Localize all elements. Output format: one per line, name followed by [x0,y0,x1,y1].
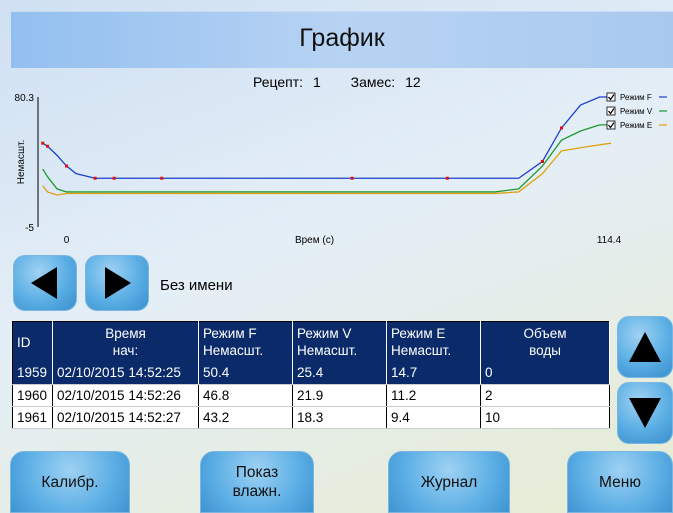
record-name: Без имени [160,277,233,294]
series-line-2 [42,142,612,196]
col-mode-v[interactable]: Режим V Немасшт. [292,321,387,362]
show-moisture-label: Показ влажн. [232,464,282,500]
cell-time: 02/10/2015 14:52:27 [52,406,199,429]
x-tick-label-max: 114.4 [597,235,622,246]
table-header-row: ID Время нач: Режим F Немасшт. Режим V Н… [12,321,610,362]
col-id[interactable]: ID [12,321,53,362]
arrow-right-icon [105,267,131,299]
x-axis-label: Врем (с) [295,235,334,246]
cell-water: 0 [480,362,610,385]
page-title: График [299,24,385,52]
calibrate-button[interactable]: Калибр. [10,451,130,513]
series-line-1 [42,124,611,193]
series-point [46,144,50,148]
x-tick-label-min: 0 [64,235,70,246]
cell-e: 9.4 [386,406,481,429]
y-tick-label-max: 80.3 [15,93,35,104]
series-point [65,164,69,168]
next-button[interactable] [85,255,149,311]
cell-e: 11.2 [386,384,481,407]
cell-v: 18.3 [292,406,387,429]
cell-f: 50.4 [198,362,293,385]
y-axis-label: Немасшт. [16,140,27,185]
menu-button[interactable]: Меню [567,451,673,513]
series-point [41,141,45,145]
col-start-time[interactable]: Время нач: [52,321,199,362]
series-point [445,176,449,180]
series-point [540,159,544,163]
col-mode-f[interactable]: Режим F Немасшт. [198,321,293,362]
table-row[interactable]: 1961 02/10/2015 14:52:27 43.2 18.3 9.4 1… [12,406,610,429]
data-table[interactable]: ID Время нач: Режим F Немасшт. Режим V Н… [12,321,610,429]
cell-id: 1959 [12,362,53,385]
legend-label-0: Режим F [620,93,652,102]
series-point [560,126,564,130]
calibrate-label: Калибр. [41,473,99,491]
cell-water: 2 [480,384,610,407]
col-mode-e[interactable]: Режим E Немасшт. [386,321,481,362]
cell-id: 1960 [12,384,53,407]
journal-button[interactable]: Журнал [388,451,510,513]
y-tick-label-min: -5 [25,223,34,234]
cell-time: 02/10/2015 14:52:25 [52,362,199,385]
menu-label: Меню [599,473,641,491]
cell-e: 14.7 [386,362,481,385]
series-point [350,176,354,180]
legend-label-2: Режим E [620,121,652,130]
journal-label: Журнал [420,473,478,491]
arrow-left-icon [31,267,57,299]
prev-button[interactable] [13,255,77,311]
arrow-down-icon [629,398,661,428]
scroll-down-button[interactable] [617,382,673,444]
cell-time: 02/10/2015 14:52:26 [52,384,199,407]
cell-v: 25.4 [292,362,387,385]
show-moisture-button[interactable]: Показ влажн. [200,451,314,513]
legend-label-1: Режим V [620,107,653,116]
series-line-0 [42,96,611,179]
chart: 80.3 -5 0 114.4 Врем (с) Немасшт. Режим F Режим… [15,92,667,246]
cell-f: 43.2 [198,406,293,429]
arrow-up-icon [629,332,661,362]
cell-id: 1961 [12,406,53,429]
table-row[interactable]: 1960 02/10/2015 14:52:26 46.8 21.9 11.2 … [12,384,610,407]
series-point [93,176,97,180]
scroll-up-button[interactable] [617,316,673,378]
title-bar: График [11,11,673,68]
cell-f: 46.8 [198,384,293,407]
cell-water: 10 [480,406,610,429]
col-water[interactable]: Объем воды [480,321,610,362]
series-point [112,176,116,180]
cell-v: 21.9 [292,384,387,407]
series-point [160,176,164,180]
table-row[interactable]: 1959 02/10/2015 14:52:25 50.4 25.4 14.7 … [12,362,610,385]
